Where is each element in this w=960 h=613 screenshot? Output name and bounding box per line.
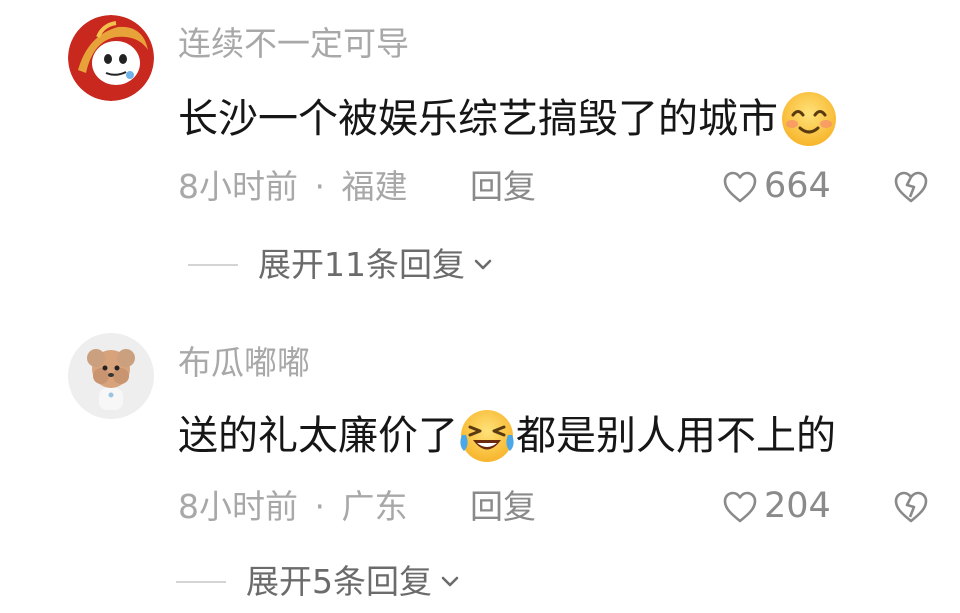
comment-meta: 8小时前 · 广东 <box>178 490 408 523</box>
dislike-button[interactable] <box>891 487 931 527</box>
broken-heart-icon <box>894 491 928 523</box>
chevron-down-icon <box>441 576 459 586</box>
divider-dash <box>176 580 226 583</box>
comment-text-content: 送的礼太廉价了 <box>178 413 458 459</box>
expand-replies-label: 展开5条回复 <box>246 562 432 601</box>
reply-button[interactable]: 回复 <box>470 490 536 523</box>
expand-replies-button[interactable]: 展开5条回复 <box>176 565 460 598</box>
comment-location: 广东 <box>341 487 408 526</box>
comment-text: 送的礼太廉价了 都是别人用不上的 <box>178 407 836 465</box>
avatar[interactable] <box>68 333 154 419</box>
username[interactable]: 布瓜嘟嘟 <box>178 346 310 379</box>
comment-item: 布瓜嘟嘟 送的礼太廉价了 都是别人用不上的 8小时前 · 广东 回复 204 展… <box>0 0 960 613</box>
meta-separator: · <box>314 487 326 526</box>
laughing-crying-face-icon <box>458 407 516 465</box>
like-button[interactable]: 204 <box>722 489 831 524</box>
comment-time: 8小时前 <box>178 487 298 526</box>
comment-text-content: 都是别人用不上的 <box>516 413 836 459</box>
heart-icon <box>723 491 757 522</box>
like-count: 204 <box>764 486 831 526</box>
